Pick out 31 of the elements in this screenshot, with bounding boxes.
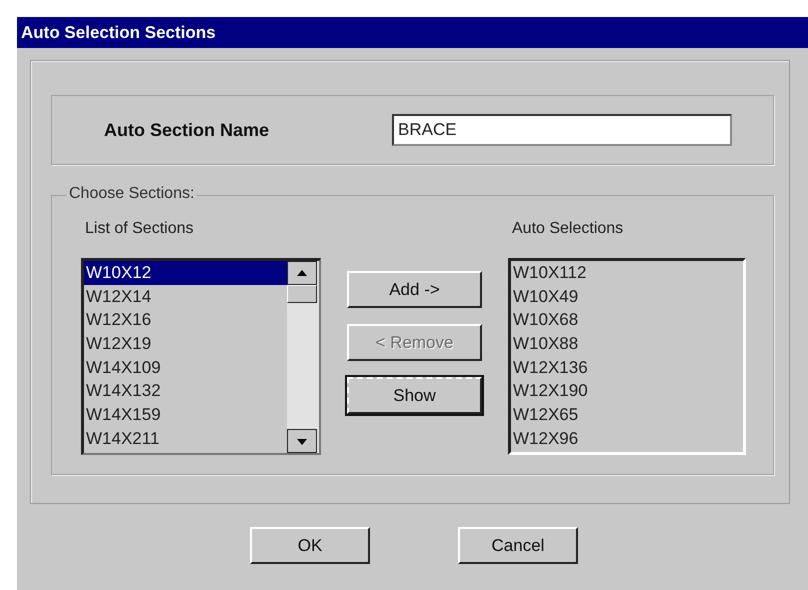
list-item[interactable]: W14X159 [84,403,287,427]
list-item[interactable]: W10X112 [511,261,743,285]
list-item[interactable]: W14X109 [84,356,287,380]
sections-list[interactable]: W10X12 W12X14 W12X16 W12X19 W14X109 W14X132 W14X159 W14X211 [81,258,321,455]
action-button[interactable]: Add -> [347,271,482,308]
field-label: Auto Section Name [104,120,270,140]
dialog-button[interactable]: Cancel [458,527,578,564]
list-item[interactable]: W10X49 [511,284,743,308]
list-item[interactable]: W10X68 [511,308,743,332]
auto-selections-list[interactable]: W10X112 W10X49 W10X68 W10X88 W12X136 W12X190 W12X65 W12X96 [508,258,746,455]
list-item[interactable]: W10X12 [84,261,287,285]
dialog-button[interactable]: OK [250,527,370,564]
list-item[interactable]: W12X96 [511,426,743,450]
list-item[interactable]: W14X211 [84,426,287,450]
list-item[interactable]: W12X190 [511,379,743,404]
scroll-thumb[interactable] [287,285,317,303]
action-button[interactable]: Show [347,377,482,414]
window-title: Auto Selection Sections [21,22,216,42]
scrollbar[interactable] [287,261,319,453]
list-label: List of Sections [85,220,194,239]
list-item[interactable]: W12X14 [84,284,287,308]
name-field[interactable]: BRACE [392,114,732,146]
list-label: Auto Selections [512,220,624,239]
scroll-down-icon[interactable] [287,429,317,453]
list-item[interactable]: W12X19 [84,332,287,356]
list-item[interactable]: W10X88 [511,332,743,356]
list-item[interactable]: W12X65 [511,403,743,427]
scroll-up-icon[interactable] [287,261,317,285]
list-item[interactable]: W14X132 [84,379,287,404]
list-item[interactable]: W12X136 [511,356,743,380]
list-item[interactable]: W12X16 [84,308,287,332]
